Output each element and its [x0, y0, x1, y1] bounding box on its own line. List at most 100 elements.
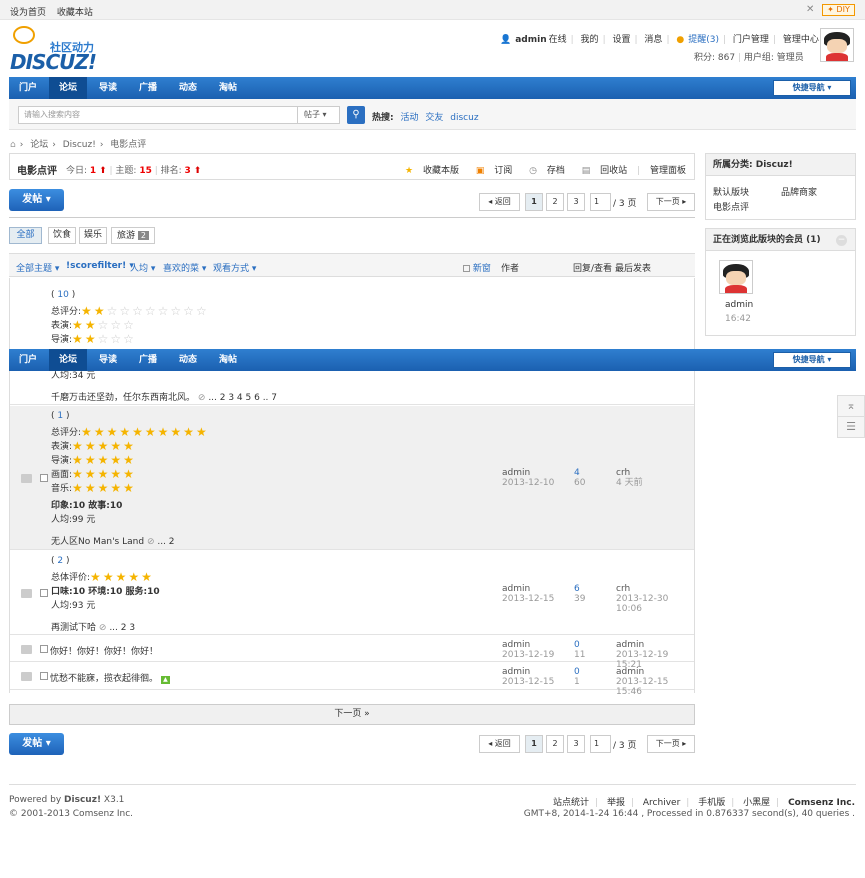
page-link[interactable]: 1	[525, 193, 543, 211]
next-page-button[interactable]: 下一页 ▸	[647, 735, 695, 753]
page-link[interactable]: 3	[567, 735, 585, 753]
search-type-select[interactable]: 帖子 ▾	[298, 106, 340, 124]
search-icon[interactable]: ⚲	[347, 106, 365, 124]
thread-author[interactable]: admin 2013-12-15	[502, 667, 554, 687]
thread-last-post[interactable]: crh 4 天前	[616, 468, 643, 488]
expand-icon[interactable]: ✕	[806, 4, 814, 15]
thread-title[interactable]: 千磨万击还坚劲，任尔东西南北风。 ⊘ ... 2 3 4 5 6 .. 7	[51, 390, 277, 403]
new-post-button[interactable]: 发帖 ▾	[9, 189, 64, 211]
type-tab-ent[interactable]: 娱乐	[79, 227, 107, 244]
category-link[interactable]: 默认版块	[713, 185, 749, 198]
nav-portal[interactable]: 门户	[9, 349, 47, 371]
thread-checkbox[interactable]	[40, 589, 48, 597]
portal-admin-link[interactable]: 门户管理	[733, 35, 769, 45]
nav-collection[interactable]: 淘帖	[209, 77, 247, 99]
nav-forum[interactable]: 论坛	[49, 349, 87, 371]
table-row[interactable]: ( 10 ) 总评分:★ ★ ☆ ☆ ☆ ☆ ☆ ☆ ☆ ☆ 表演:★ ★ ☆ ☆ ☆ 导演:★ ★ ☆ ☆ ☆ …	[10, 278, 694, 405]
powered-brand-link[interactable]: Discuz!	[64, 795, 101, 805]
hot-word[interactable]: 活动	[400, 113, 418, 123]
footer-link[interactable]: 小黑屋	[743, 798, 770, 808]
page-link[interactable]: 2	[546, 193, 564, 211]
footer-link[interactable]: Comsenz Inc.	[788, 798, 855, 808]
credits-link[interactable]: 积分: 867	[694, 53, 735, 63]
filter-score[interactable]: !scorefilter! ▾	[66, 261, 134, 271]
search-input[interactable]: 请输入搜索内容	[18, 106, 298, 124]
thread-title[interactable]: 无人区No Man's Land ⊘ ... 2	[51, 534, 175, 547]
nav-guide[interactable]: 导读	[89, 349, 127, 371]
table-row[interactable]: 你好！你好！你好！你好！ admin 2013-12-19 0 11 admin 20…	[10, 636, 694, 670]
page-link[interactable]: 2	[546, 735, 564, 753]
manage-panel-button[interactable]: 管理面板	[650, 166, 686, 176]
table-row[interactable]: 忧愁不能寐，揽衣起徘徊。 ▲ admin 2013-12-15 01 admin 2…	[10, 663, 694, 697]
footer-link[interactable]: 手机版	[698, 798, 725, 808]
filter-view-mode[interactable]: 观看方式 ▾	[213, 261, 256, 274]
set-home-link[interactable]: 设为首页	[10, 8, 46, 18]
home-icon[interactable]: ⌂	[10, 140, 16, 150]
category-link[interactable]: 品牌商家	[781, 185, 817, 198]
page-input[interactable]: 1	[590, 735, 611, 753]
list-icon[interactable]: ☰	[838, 417, 864, 438]
thread-author[interactable]: admin 2013-12-15	[502, 584, 554, 604]
thread-title[interactable]: 忧愁不能寐，揽衣起徘徊。 ▲	[50, 671, 170, 684]
nav-broadcast[interactable]: 广播	[129, 77, 167, 99]
type-tab-travel[interactable]: 旅游 2	[111, 227, 155, 244]
nav-guide[interactable]: 导读	[89, 77, 127, 99]
archive-button[interactable]: ◷ 存档	[522, 166, 565, 176]
breadcrumb-item[interactable]: 论坛	[30, 140, 48, 150]
type-tab-food[interactable]: 饮食	[48, 227, 76, 244]
breadcrumb-item[interactable]: Discuz!	[63, 140, 96, 150]
type-tab-all[interactable]: 全部	[9, 227, 42, 244]
back-button[interactable]: ◂ 返回	[479, 735, 520, 753]
remind-link[interactable]: 提醒(3)	[688, 35, 719, 45]
thread-last-post[interactable]: crh 2013-12-30 10:06	[616, 584, 694, 614]
new-window-toggle[interactable]: 新窗	[463, 261, 491, 274]
filter-all-topics[interactable]: 全部主题 ▾	[16, 261, 59, 274]
thread-title[interactable]: 再测试下哈 ⊘ ... 2 3	[51, 620, 135, 633]
settings-link[interactable]: 设置	[612, 35, 630, 45]
filter-fav-dish[interactable]: 喜欢的菜 ▾	[163, 261, 206, 274]
subscribe-button[interactable]: ▣ 订阅	[469, 166, 512, 176]
back-button[interactable]: ◂ 返回	[479, 193, 520, 211]
thread-author[interactable]: admin 2013-12-10	[502, 468, 554, 488]
thread-checkbox[interactable]	[40, 474, 48, 482]
next-page-button[interactable]: 下一页 ▸	[647, 193, 695, 211]
page-link[interactable]: 1	[525, 735, 543, 753]
nav-feed[interactable]: 动态	[169, 349, 207, 371]
quick-nav-button[interactable]: 快捷导航 ▾	[773, 352, 851, 368]
table-row[interactable]: ( 1 ) 总评分:★ ★ ★ ★ ★ ★ ★ ★ ★ ★ 表演:★ ★ ★ ★ ★ 导演:★ ★ ★ ★ ★ 画…	[10, 406, 694, 550]
filter-per-person[interactable]: 人均 ▾	[130, 261, 155, 274]
footer-link[interactable]: 站点统计	[553, 798, 589, 808]
collapse-icon[interactable]: −	[836, 235, 847, 246]
page-input[interactable]: 1	[590, 193, 611, 211]
site-logo[interactable]: 社区动力 DISCUZ!	[10, 26, 110, 74]
hot-word[interactable]: discuz	[450, 113, 478, 123]
hot-word[interactable]: 交友	[425, 113, 443, 123]
nav-collection[interactable]: 淘帖	[209, 349, 247, 371]
nav-forum[interactable]: 论坛	[49, 77, 87, 99]
nav-feed[interactable]: 动态	[169, 77, 207, 99]
favorite-forum-button[interactable]: ★ 收藏本版	[398, 166, 459, 176]
quick-nav-button[interactable]: 快捷导航 ▾	[773, 80, 851, 96]
thread-author[interactable]: admin 2013-12-19	[502, 640, 554, 660]
load-next-page-button[interactable]: 下一页 »	[9, 704, 695, 725]
usergroup-link[interactable]: 用户组: 管理员	[744, 53, 804, 63]
new-post-button[interactable]: 发帖 ▾	[9, 733, 64, 755]
thread-title[interactable]: 你好！你好！你好！你好！	[50, 644, 158, 657]
member-avatar[interactable]	[719, 260, 753, 294]
admin-center-link[interactable]: 管理中心	[783, 35, 819, 45]
bookmark-link[interactable]: 收藏本站	[57, 8, 93, 18]
table-row[interactable]: ( 2 ) 总体评价:★ ★ ★ ★ ★ 口味:10 环境:10 服务:10 人均:93…	[10, 551, 694, 635]
thread-last-post[interactable]: admin 2013-12-15 15:46	[616, 667, 694, 697]
my-menu[interactable]: 我的	[581, 35, 599, 45]
messages-link[interactable]: 消息	[644, 35, 662, 45]
scroll-top-icon[interactable]: ⌅	[838, 396, 864, 417]
recycle-bin-button[interactable]: ▤ 回收站	[575, 166, 627, 176]
user-avatar[interactable]	[820, 28, 854, 62]
member-name[interactable]: admin	[725, 300, 753, 310]
nav-broadcast[interactable]: 广播	[129, 349, 167, 371]
category-link[interactable]: 电影点评	[713, 200, 749, 213]
diy-button[interactable]: ✦ DIY	[822, 4, 855, 16]
nav-portal[interactable]: 门户	[9, 77, 47, 99]
thread-checkbox[interactable]	[40, 672, 48, 680]
footer-link[interactable]: 举报	[607, 798, 625, 808]
